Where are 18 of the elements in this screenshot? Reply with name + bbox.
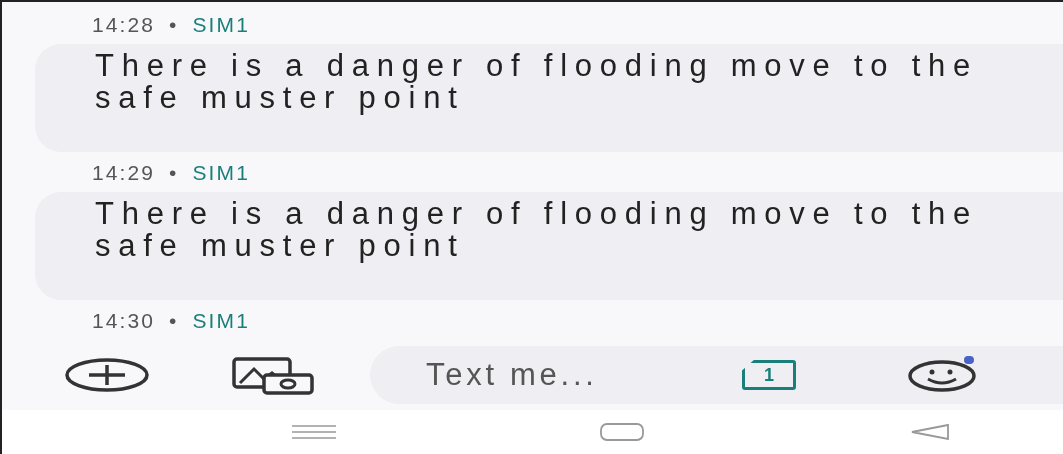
sim-label: SIM1 [192,12,250,39]
add-icon[interactable] [64,357,150,393]
sim-label: SIM1 [192,160,250,187]
gallery-camera-icon[interactable] [230,355,316,395]
sim-label: SIM1 [192,308,250,335]
message-bubble: There is a danger of flooding move to the safe muster point [35,192,1063,300]
separator-dot: • [169,160,179,187]
separator-dot: • [169,308,179,335]
sim-card-icon[interactable]: 1 [742,360,796,390]
message-time: 14:29 [92,160,156,187]
message-time: 14:30 [92,308,156,335]
back-icon[interactable] [910,424,950,440]
separator-dot: • [169,12,179,39]
message-input-field[interactable]: Text me... 1 [370,346,1063,404]
emoji-icon[interactable] [906,358,978,392]
home-icon[interactable] [600,423,644,441]
message-time: 14:28 [92,12,156,39]
message-bubble: There is a danger of flooding move to the safe muster point [35,44,1063,152]
